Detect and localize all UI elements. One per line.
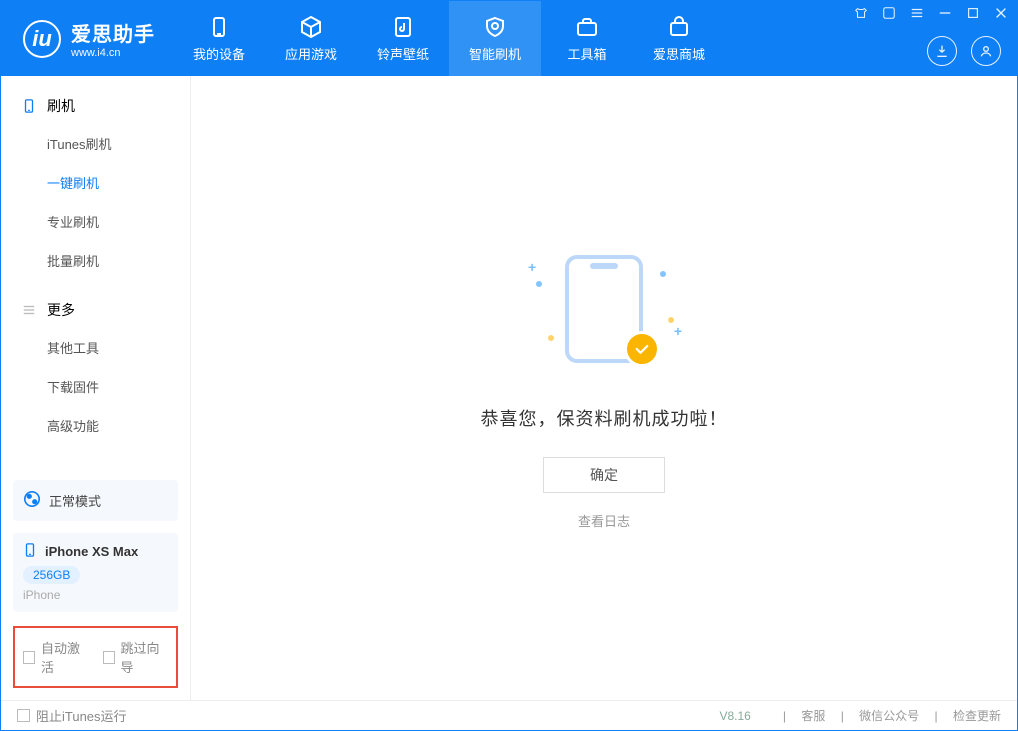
footer-link-support[interactable]: 客服 [801, 709, 825, 723]
sidebar-section-more: 更多 其他工具 下载固件 高级功能 [1, 280, 190, 445]
device-name: iPhone XS Max [45, 544, 138, 559]
app-header: iu 爱思助手 www.i4.cn 我的设备 应用游戏 铃声壁纸 智能刷机 [1, 1, 1017, 76]
highlight-options: 自动激活 跳过向导 [13, 626, 178, 688]
nav-label: 我的设备 [193, 44, 245, 63]
footer: 阻止iTunes运行 V8.16 | 客服 | 微信公众号 | 检查更新 [1, 700, 1017, 730]
sidebar-header-more: 更多 [1, 292, 190, 328]
nav-label: 应用游戏 [285, 44, 337, 63]
nav-label: 铃声壁纸 [377, 44, 429, 63]
toolbox-icon [574, 14, 600, 40]
checkbox-label: 自动激活 [41, 638, 88, 676]
close-icon[interactable] [993, 5, 1009, 21]
body: 刷机 iTunes刷机 一键刷机 专业刷机 批量刷机 更多 其他工具 下载固件 … [1, 76, 1017, 700]
sidebar-item-itunes-flash[interactable]: iTunes刷机 [1, 124, 190, 163]
nav-smart-flash[interactable]: 智能刷机 [449, 1, 541, 76]
list-icon [21, 302, 37, 318]
checkbox-label: 阻止iTunes运行 [36, 706, 127, 725]
checkbox-icon [23, 651, 35, 664]
user-button[interactable] [971, 36, 1001, 66]
app-window: iu 爱思助手 www.i4.cn 我的设备 应用游戏 铃声壁纸 智能刷机 [0, 0, 1018, 731]
mode-label: 正常模式 [49, 491, 101, 510]
maximize-icon[interactable] [965, 5, 981, 21]
view-log-link[interactable]: 查看日志 [578, 511, 630, 530]
nav-ringtone-wallpaper[interactable]: 铃声壁纸 [357, 1, 449, 76]
sidebar-header-label: 刷机 [47, 96, 75, 116]
menu-icon[interactable] [909, 5, 925, 21]
nav-label: 智能刷机 [469, 44, 521, 63]
footer-link-wechat[interactable]: 微信公众号 [859, 709, 919, 723]
logo-area: iu 爱思助手 www.i4.cn [1, 1, 173, 76]
checkbox-label: 跳过向导 [121, 638, 168, 676]
nav-store[interactable]: 爱思商城 [633, 1, 725, 76]
version-label: V8.16 [720, 709, 751, 723]
phone-icon [21, 98, 37, 114]
checkbox-icon [17, 709, 30, 722]
logo-text: 爱思助手 www.i4.cn [71, 18, 155, 59]
sidebar: 刷机 iTunes刷机 一键刷机 专业刷机 批量刷机 更多 其他工具 下载固件 … [1, 76, 191, 700]
checkbox-skip-guide[interactable]: 跳过向导 [103, 638, 169, 676]
sidebar-header-label: 更多 [47, 300, 75, 320]
main-content: + + 恭喜您，保资料刷机成功啦！ 确定 查看日志 [191, 76, 1017, 700]
checkbox-icon [103, 651, 115, 664]
device-capacity: 256GB [23, 566, 80, 584]
logo-icon: iu [23, 20, 61, 58]
result-message: 恭喜您，保资料刷机成功啦！ [481, 405, 728, 431]
nav-label: 爱思商城 [653, 44, 705, 63]
footer-link-update[interactable]: 检查更新 [953, 709, 1001, 723]
ok-button[interactable]: 确定 [543, 457, 665, 493]
device-icon [206, 14, 232, 40]
sidebar-item-pro-flash[interactable]: 专业刷机 [1, 202, 190, 241]
app-site: www.i4.cn [71, 47, 155, 59]
mode-card[interactable]: 正常模式 [13, 480, 178, 521]
checkbox-auto-activate[interactable]: 自动激活 [23, 638, 89, 676]
window-controls-top [853, 5, 1009, 21]
top-nav: 我的设备 应用游戏 铃声壁纸 智能刷机 工具箱 爱思商城 [173, 1, 725, 76]
app-title: 爱思助手 [71, 18, 155, 47]
shield-icon [482, 14, 508, 40]
header-actions [927, 36, 1001, 66]
sidebar-header-flash: 刷机 [1, 88, 190, 124]
sidebar-item-batch-flash[interactable]: 批量刷机 [1, 241, 190, 280]
download-button[interactable] [927, 36, 957, 66]
minimize-icon[interactable] [937, 5, 953, 21]
nav-toolbox[interactable]: 工具箱 [541, 1, 633, 76]
check-badge-icon [624, 331, 660, 367]
sidebar-item-advanced[interactable]: 高级功能 [1, 406, 190, 445]
feedback-icon[interactable] [881, 5, 897, 21]
nav-my-device[interactable]: 我的设备 [173, 1, 265, 76]
shirt-icon[interactable] [853, 5, 869, 21]
sidebar-section-flash: 刷机 iTunes刷机 一键刷机 专业刷机 批量刷机 [1, 76, 190, 280]
mode-icon [23, 490, 41, 511]
store-icon [666, 14, 692, 40]
checkbox-block-itunes[interactable]: 阻止iTunes运行 [17, 706, 127, 725]
nav-label: 工具箱 [567, 44, 606, 63]
sidebar-item-oneclick-flash[interactable]: 一键刷机 [1, 163, 190, 202]
device-card[interactable]: iPhone XS Max 256GB iPhone [13, 533, 178, 612]
device-icon [23, 543, 37, 560]
note-icon [390, 14, 416, 40]
cube-icon [298, 14, 324, 40]
footer-links: | 客服 | 微信公众号 | 检查更新 [771, 707, 1001, 724]
nav-apps-games[interactable]: 应用游戏 [265, 1, 357, 76]
sidebar-item-download-firmware[interactable]: 下载固件 [1, 367, 190, 406]
device-model: iPhone [23, 588, 168, 602]
success-illustration: + + [524, 247, 684, 377]
sidebar-item-other-tools[interactable]: 其他工具 [1, 328, 190, 367]
